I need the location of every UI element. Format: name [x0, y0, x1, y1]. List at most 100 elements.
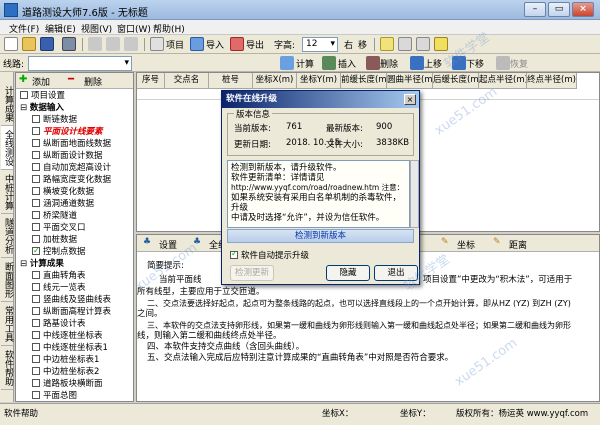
collapse-icon[interactable]: ⊟ — [20, 103, 30, 113]
distance-button[interactable]: 距离 — [509, 238, 527, 251]
checkbox-icon[interactable] — [32, 234, 40, 243]
checkbox-icon[interactable] — [32, 330, 40, 339]
tab-section[interactable]: 断面图形 — [1, 258, 13, 302]
checkbox-icon[interactable] — [32, 306, 40, 315]
tree-item[interactable]: 控制点数据 — [16, 246, 133, 258]
checkbox-icon[interactable] — [32, 210, 40, 219]
tree-item[interactable]: 平面设计线要素 — [16, 126, 133, 138]
help-icon[interactable] — [434, 37, 448, 51]
project-icon[interactable] — [150, 37, 164, 51]
checkbox-icon[interactable] — [32, 342, 40, 351]
menu-view[interactable]: 视图(V) — [78, 21, 115, 36]
tool-icon[interactable] — [380, 37, 394, 51]
save-icon[interactable] — [40, 37, 54, 51]
maximize-button[interactable]: ▭ — [548, 2, 570, 17]
remove-icon[interactable]: ━ — [68, 74, 74, 85]
import-icon[interactable] — [190, 37, 204, 51]
tree-item[interactable]: 纵断面高程计算表 — [16, 306, 133, 318]
tree-item[interactable]: 平面总图 — [16, 390, 133, 401]
dialog-close-button[interactable]: × — [404, 94, 416, 105]
import-button[interactable]: 导入 — [206, 38, 224, 51]
tab-tools[interactable]: 常用工具 — [1, 302, 13, 346]
menu-file[interactable]: 文件(F) — [6, 21, 42, 36]
checkbox-icon[interactable] — [32, 318, 40, 327]
hide-button[interactable]: 隐藏 — [326, 265, 370, 281]
move-up-button[interactable]: 上移 — [424, 57, 442, 70]
settings-button[interactable]: 设置 — [159, 238, 177, 251]
tree-item[interactable]: 路幅宽度变化数据 — [16, 174, 133, 186]
tab-tunnel[interactable]: 隧道分析 — [1, 214, 13, 258]
paste-icon[interactable] — [124, 37, 138, 51]
checkbox-icon[interactable] — [20, 90, 28, 99]
checkbox-icon[interactable] — [32, 114, 40, 123]
column-header[interactable]: 后缓长度(m) — [433, 73, 479, 89]
checkbox-icon[interactable] — [32, 186, 40, 195]
checkbox-icon[interactable] — [32, 282, 40, 291]
new-version-link[interactable]: 检测到新版本 — [227, 229, 414, 243]
notes-scrollbar[interactable] — [410, 160, 419, 228]
open-folder-icon[interactable] — [22, 37, 36, 51]
tree-item[interactable]: 平面交叉口 — [16, 222, 133, 234]
checkbox-icon[interactable] — [32, 366, 40, 375]
project-button[interactable]: 项目 — [166, 38, 184, 51]
add-route-button[interactable]: 添加 — [32, 75, 50, 88]
auto-update-checkbox[interactable]: 软件自动提示升级 — [230, 249, 309, 261]
tree-group[interactable]: ⊟ 计算成果 — [16, 258, 133, 270]
tree-item[interactable]: 项目设置 — [16, 90, 133, 102]
checkbox-icon[interactable] — [32, 294, 40, 303]
menu-window[interactable]: 窗口(W) — [114, 21, 154, 36]
column-header[interactable]: 序号 — [137, 73, 165, 89]
export-button[interactable]: 导出 — [246, 38, 264, 51]
tree-item[interactable]: 涵洞通道数据 — [16, 198, 133, 210]
tree-item[interactable]: 竖曲线及竖曲线表 — [16, 294, 133, 306]
tab-full-survey[interactable]: 全线测设 — [1, 126, 13, 170]
font-height-select[interactable]: 12 ▾ — [302, 37, 338, 52]
move-button[interactable]: 移 — [358, 38, 367, 51]
checkbox-icon[interactable] — [32, 138, 40, 147]
checkbox-icon[interactable] — [32, 126, 40, 135]
column-header[interactable]: 前缓长度(m) — [341, 73, 387, 89]
minimize-button[interactable]: – — [524, 2, 546, 17]
close-window-button[interactable]: × — [572, 2, 594, 17]
column-header[interactable]: 桩号 — [209, 73, 253, 89]
tree-item[interactable]: 横坡变化数据 — [16, 186, 133, 198]
column-header[interactable]: 坐标X(m) — [253, 73, 297, 89]
tool-icon[interactable] — [398, 37, 412, 51]
copy-icon[interactable] — [106, 37, 120, 51]
update-notes-textarea[interactable]: 检测到新版本，请升级软件。 软件更新清单：详情请见 http://www.yyq… — [227, 160, 410, 228]
align-right-button[interactable]: 右 — [344, 38, 353, 51]
tree-item[interactable]: 路基设计表 — [16, 318, 133, 330]
tree-item[interactable]: 纵断面地面线数据 — [16, 138, 133, 150]
tree-item[interactable]: 中边桩坐标表1 — [16, 354, 133, 366]
checkbox-icon[interactable] — [32, 222, 40, 231]
tree-item[interactable]: 中线逐桩坐标表1 — [16, 342, 133, 354]
route-select[interactable]: ▾ — [28, 56, 132, 71]
new-file-icon[interactable] — [4, 37, 18, 51]
checkbox-icon[interactable] — [32, 150, 40, 159]
checkbox-icon[interactable] — [32, 174, 40, 183]
tree-item[interactable]: 中线逐桩坐标表 — [16, 330, 133, 342]
exit-button[interactable]: 退出 — [374, 265, 418, 281]
checkbox-icon[interactable] — [32, 354, 40, 363]
delete-route-button[interactable]: 删除 — [84, 75, 102, 88]
check-update-button[interactable]: 检测更新 — [230, 265, 274, 281]
column-header[interactable]: 终点半径(m) — [527, 73, 577, 89]
collapse-icon[interactable]: ⊟ — [20, 259, 30, 269]
print-icon[interactable] — [62, 37, 76, 51]
checkbox-icon[interactable] — [32, 246, 40, 257]
tool-icon[interactable] — [416, 37, 430, 51]
cut-icon[interactable] — [88, 37, 102, 51]
tree-item[interactable]: 加桩数据 — [16, 234, 133, 246]
tree-group[interactable]: ⊟ 数据输入 — [16, 102, 133, 114]
column-header[interactable]: 交点名 — [165, 73, 209, 89]
checkbox-icon[interactable] — [32, 270, 40, 279]
tree-item[interactable]: 自动加宽超高设计 — [16, 162, 133, 174]
column-header[interactable]: 圆曲半径(m) — [387, 73, 433, 89]
tree-item[interactable]: 中边桩坐标表2 — [16, 366, 133, 378]
menu-edit[interactable]: 编辑(E) — [42, 21, 79, 36]
calculate-button[interactable]: 计算 — [296, 57, 314, 70]
tab-help[interactable]: 软件帮助 — [1, 346, 13, 390]
delete-row-button[interactable]: 删除 — [380, 57, 398, 70]
tree-item[interactable]: 直曲转角表 — [16, 270, 133, 282]
tab-results[interactable]: 计算成果 — [1, 82, 13, 126]
